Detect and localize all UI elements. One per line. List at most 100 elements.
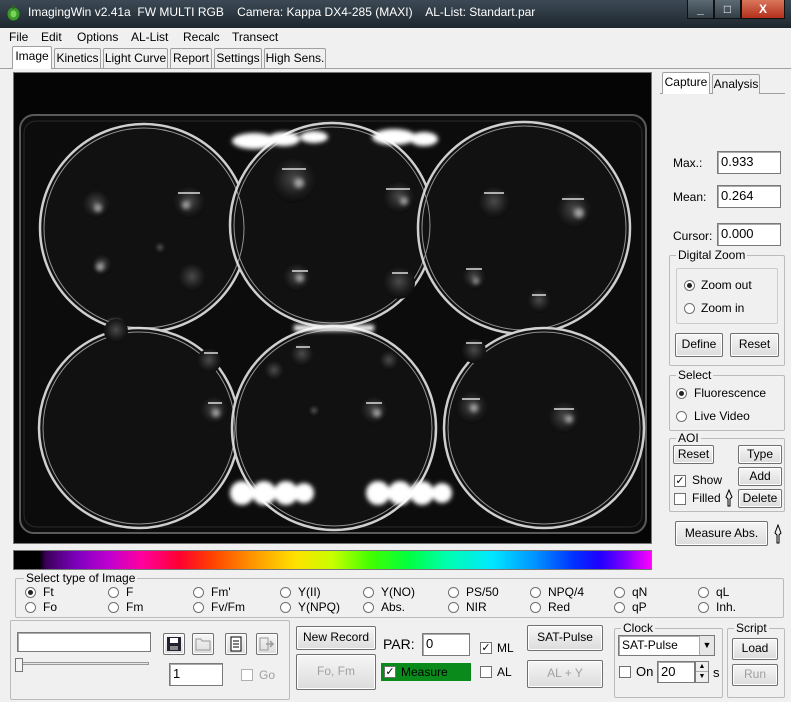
image-type-radio[interactable] bbox=[193, 587, 204, 598]
image-type-radio[interactable] bbox=[25, 587, 36, 598]
clock-on-label[interactable]: On bbox=[636, 664, 653, 679]
aoi-delete-button[interactable]: Delete bbox=[738, 489, 782, 508]
sat-pulse-button[interactable]: SAT-Pulse bbox=[527, 625, 603, 651]
live-video-radio[interactable] bbox=[676, 411, 687, 422]
tab-report[interactable]: Report bbox=[170, 48, 212, 68]
menu-recalc[interactable]: Recalc bbox=[183, 30, 220, 44]
image-type-radio[interactable] bbox=[614, 587, 625, 598]
image-type-label[interactable]: qP bbox=[632, 600, 647, 614]
minimize-button[interactable]: _ bbox=[687, 0, 714, 19]
filled-checkbox[interactable] bbox=[674, 493, 686, 505]
filled-label[interactable]: Filled bbox=[692, 491, 721, 505]
save-button[interactable] bbox=[163, 633, 185, 655]
fluorescence-label[interactable]: Fluorescence bbox=[694, 386, 766, 400]
image-type-radio[interactable] bbox=[108, 602, 119, 613]
image-type-radio[interactable] bbox=[448, 602, 459, 613]
script-run-button[interactable]: Run bbox=[732, 664, 778, 686]
fo-fm-button[interactable]: Fo, Fm bbox=[296, 654, 376, 690]
frame-number-field[interactable]: 1 bbox=[169, 663, 223, 686]
go-label[interactable]: Go bbox=[259, 668, 275, 682]
image-type-label[interactable]: Fm' bbox=[211, 585, 231, 599]
menu-transect[interactable]: Transect bbox=[232, 30, 278, 44]
zoom-out-radio[interactable] bbox=[684, 280, 695, 291]
image-type-label[interactable]: Fm bbox=[126, 600, 143, 614]
image-type-label[interactable]: F bbox=[126, 585, 133, 599]
image-type-radio[interactable] bbox=[280, 587, 291, 598]
measure-abs-button[interactable]: Measure Abs. bbox=[675, 521, 768, 546]
tab-light-curve[interactable]: Light Curve bbox=[103, 48, 168, 68]
image-type-radio[interactable] bbox=[280, 602, 291, 613]
aoi-add-button[interactable]: Add bbox=[738, 467, 782, 486]
menu-edit[interactable]: Edit bbox=[41, 30, 62, 44]
image-type-label[interactable]: Ft bbox=[43, 585, 54, 599]
clock-mode-select[interactable]: SAT-Pulse ▼ bbox=[618, 635, 715, 656]
image-type-label[interactable]: Y(II) bbox=[298, 585, 321, 599]
image-type-label[interactable]: Fo bbox=[43, 600, 57, 614]
tab-analysis[interactable]: Analysis bbox=[712, 74, 760, 94]
zoom-in-label[interactable]: Zoom in bbox=[701, 301, 744, 315]
image-type-radio[interactable] bbox=[698, 587, 709, 598]
image-type-radio[interactable] bbox=[108, 587, 119, 598]
zoom-reset-button[interactable]: Reset bbox=[730, 333, 779, 357]
paintbrush-icon[interactable] bbox=[724, 489, 734, 507]
zoom-in-radio[interactable] bbox=[684, 303, 695, 314]
image-type-label[interactable]: Fv/Fm bbox=[211, 600, 245, 614]
tab-high-sens[interactable]: High Sens. bbox=[264, 48, 326, 68]
image-type-radio[interactable] bbox=[363, 602, 374, 613]
report-button[interactable] bbox=[225, 633, 247, 655]
fluorescence-image[interactable] bbox=[13, 72, 652, 544]
image-type-label[interactable]: Y(NPQ) bbox=[298, 600, 340, 614]
image-type-label[interactable]: Inh. bbox=[716, 600, 736, 614]
tab-capture[interactable]: Capture bbox=[662, 72, 710, 94]
define-button[interactable]: Define bbox=[675, 333, 723, 357]
ml-label[interactable]: ML bbox=[497, 641, 514, 655]
measure-checkbox[interactable]: ✓ bbox=[384, 666, 396, 678]
image-type-radio[interactable] bbox=[614, 602, 625, 613]
go-checkbox[interactable] bbox=[241, 669, 253, 681]
image-type-radio[interactable] bbox=[193, 602, 204, 613]
chevron-up-icon[interactable]: ▲ bbox=[696, 662, 708, 672]
menu-options[interactable]: Options bbox=[77, 30, 118, 44]
open-folder-button[interactable] bbox=[192, 633, 214, 655]
interval-spinner[interactable]: ▲ ▼ bbox=[695, 661, 709, 683]
image-type-label[interactable]: Y(NO) bbox=[381, 585, 415, 599]
close-button[interactable]: X bbox=[741, 0, 785, 19]
fluorescence-radio[interactable] bbox=[676, 388, 687, 399]
chevron-down-icon[interactable]: ▼ bbox=[699, 636, 714, 655]
image-type-label[interactable]: PS/50 bbox=[466, 585, 499, 599]
tab-image[interactable]: Image bbox=[12, 46, 52, 69]
clock-interval-field[interactable]: 20 bbox=[657, 661, 695, 683]
image-type-radio[interactable] bbox=[698, 602, 709, 613]
maximize-button[interactable]: □ bbox=[714, 0, 741, 19]
record-slider-track[interactable] bbox=[19, 662, 149, 665]
tab-kinetics[interactable]: Kinetics bbox=[54, 48, 101, 68]
image-type-radio[interactable] bbox=[530, 602, 541, 613]
live-video-label[interactable]: Live Video bbox=[694, 409, 750, 423]
tab-settings[interactable]: Settings bbox=[214, 48, 262, 68]
image-type-label[interactable]: NIR bbox=[466, 600, 487, 614]
ml-checkbox[interactable]: ✓ bbox=[480, 642, 492, 654]
zoom-out-label[interactable]: Zoom out bbox=[701, 278, 752, 292]
aoi-type-button[interactable]: Type bbox=[738, 445, 782, 464]
clock-on-checkbox[interactable] bbox=[619, 666, 631, 678]
measure-label[interactable]: Measure bbox=[401, 665, 448, 679]
record-slider-thumb[interactable] bbox=[15, 658, 23, 672]
image-type-label[interactable]: qL bbox=[716, 585, 729, 599]
show-checkbox[interactable]: ✓ bbox=[674, 475, 686, 487]
image-type-radio[interactable] bbox=[530, 587, 541, 598]
al-checkbox[interactable] bbox=[480, 666, 492, 678]
par-value-field[interactable]: 0 bbox=[422, 633, 470, 656]
export-button[interactable] bbox=[256, 633, 278, 655]
image-type-label[interactable]: Red bbox=[548, 600, 570, 614]
paintbrush-icon[interactable] bbox=[773, 524, 783, 544]
image-type-radio[interactable] bbox=[25, 602, 36, 613]
aoi-reset-button[interactable]: Reset bbox=[673, 445, 714, 464]
image-type-label[interactable]: NPQ/4 bbox=[548, 585, 584, 599]
chevron-down-icon[interactable]: ▼ bbox=[696, 672, 708, 682]
menu-file[interactable]: File bbox=[9, 30, 28, 44]
record-name-field[interactable] bbox=[17, 632, 151, 652]
al-plus-y-button[interactable]: AL + Y bbox=[527, 660, 603, 688]
menu-al-list[interactable]: AL-List bbox=[131, 30, 168, 44]
image-type-label[interactable]: qN bbox=[632, 585, 647, 599]
image-type-radio[interactable] bbox=[363, 587, 374, 598]
